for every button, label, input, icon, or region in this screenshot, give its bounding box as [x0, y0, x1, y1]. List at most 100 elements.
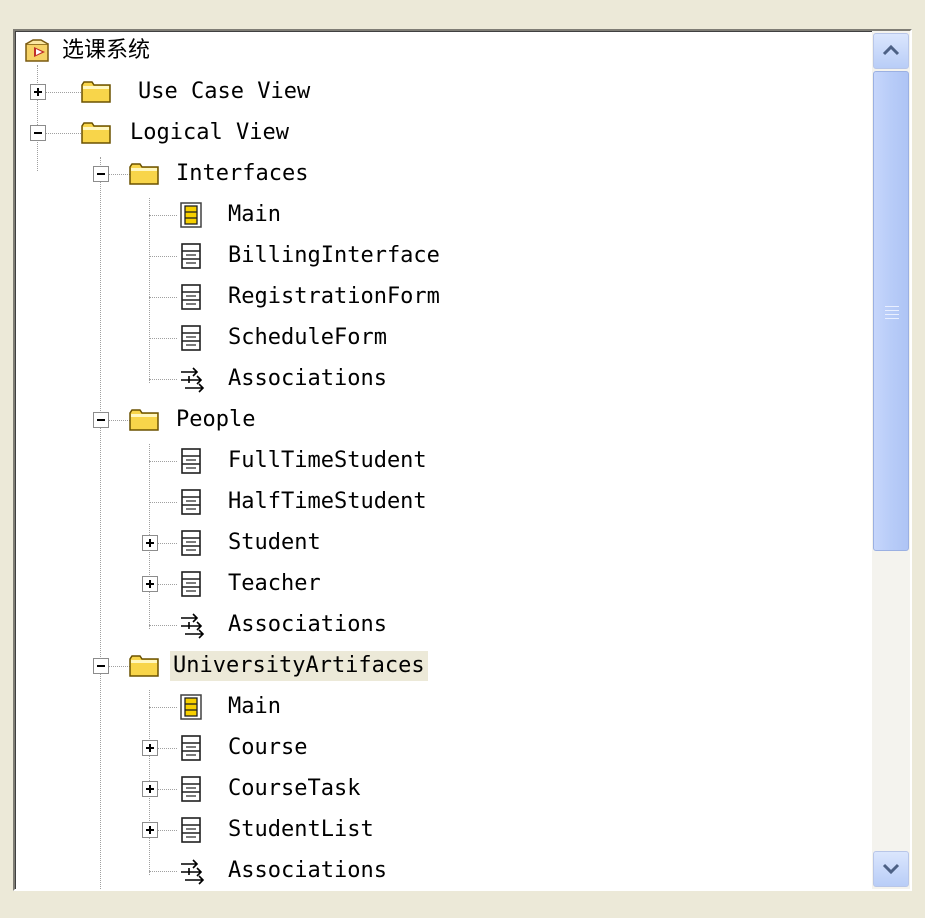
tree-item-label: Main	[228, 694, 281, 719]
associations-icon	[181, 613, 205, 639]
tree-item-student[interactable]: Student	[175, 523, 495, 563]
associations-icon	[181, 859, 205, 885]
tree-item-registrationform[interactable]: RegistrationForm	[175, 277, 495, 317]
tree-guide-line	[149, 198, 150, 383]
tree-item-label: Associations	[228, 858, 387, 883]
collapse-button[interactable]	[93, 166, 109, 182]
tree-item-label: Use Case View	[138, 79, 311, 104]
vertical-scrollbar[interactable]	[872, 31, 910, 889]
tree-item-main-diagram[interactable]: Main	[175, 195, 495, 235]
grip-icon	[885, 318, 899, 319]
grip-icon	[885, 310, 899, 311]
tree-guide-line	[149, 461, 177, 462]
tree-item-coursetask[interactable]: CourseTask	[175, 769, 495, 809]
expand-button[interactable]	[142, 740, 158, 756]
tree-guide-line	[149, 871, 177, 872]
class-icon	[181, 817, 201, 843]
expand-button[interactable]	[30, 84, 46, 100]
tree-item-label: Teacher	[228, 571, 321, 596]
class-diagram-icon	[180, 202, 202, 228]
tree-guide-line	[157, 748, 177, 749]
tree-item-label: BillingInterface	[228, 243, 440, 268]
grip-icon	[885, 306, 899, 307]
tree-item-teacher[interactable]: Teacher	[175, 564, 495, 604]
folder-icon	[129, 409, 159, 431]
tree-guide-line	[100, 157, 101, 889]
tree-guide-line	[149, 625, 177, 626]
class-icon	[181, 776, 201, 802]
class-icon	[181, 571, 201, 597]
folder-icon	[81, 122, 111, 144]
tree-item-label: HalfTimeStudent	[228, 489, 427, 514]
expand-button[interactable]	[142, 535, 158, 551]
tree-item-label: RegistrationForm	[228, 284, 440, 309]
chevron-up-icon	[882, 44, 900, 56]
associations-icon	[181, 367, 205, 393]
tree-item-label: Associations	[228, 366, 387, 391]
collapse-button[interactable]	[93, 658, 109, 674]
tree-guide-line	[157, 789, 177, 790]
class-icon	[181, 530, 201, 556]
class-icon	[181, 284, 201, 310]
class-icon	[181, 448, 201, 474]
tree-guide-line	[157, 830, 177, 831]
tree-item-label: Interfaces	[176, 161, 309, 186]
tree-item-people[interactable]: People	[123, 400, 423, 440]
tree-guide-line	[149, 379, 177, 380]
tree-item-logical-view[interactable]: Logical View	[75, 113, 375, 153]
tree-item-label: Main	[228, 202, 281, 227]
tree-item-associations[interactable]: Associations	[175, 605, 495, 645]
folder-icon	[129, 655, 159, 677]
tree-guide-line	[157, 584, 177, 585]
tree-item-label: People	[176, 407, 256, 432]
tree-item-universityartifaces[interactable]: UniversityArtifaces	[123, 646, 483, 686]
tree-item-use-case-view[interactable]: Use Case View	[75, 72, 375, 112]
tree-item-course[interactable]: Course	[175, 728, 495, 768]
tree-guide-line	[37, 65, 38, 171]
tree-item-label: 选课系统	[62, 38, 151, 63]
grip-icon	[885, 314, 899, 315]
tree-guide-line	[149, 215, 177, 216]
tree-item-label: StudentList	[228, 817, 374, 842]
expand-button[interactable]	[142, 822, 158, 838]
tree-guide-line	[149, 256, 177, 257]
chevron-down-icon	[882, 863, 900, 875]
tree-item-label: Student	[228, 530, 321, 555]
tree-item-label: UniversityArtifaces	[170, 651, 428, 681]
tree-item-scheduleform[interactable]: ScheduleForm	[175, 318, 495, 358]
tree-item-fulltimestudent[interactable]: FullTimeStudent	[175, 441, 495, 481]
tree-item-associations[interactable]: Associations	[175, 851, 495, 889]
tree-item-associations[interactable]: Associations	[175, 359, 495, 399]
tree-guide-line	[149, 297, 177, 298]
tree-guide-line	[157, 543, 177, 544]
scroll-down-button[interactable]	[873, 851, 909, 887]
tree-guide-line	[149, 707, 177, 708]
class-icon	[181, 735, 201, 761]
scroll-up-button[interactable]	[873, 33, 909, 69]
collapse-button[interactable]	[30, 125, 46, 141]
folder-icon	[129, 163, 159, 185]
folder-icon	[81, 81, 111, 103]
class-icon	[181, 243, 201, 269]
tree-item-main-diagram[interactable]: Main	[175, 687, 495, 727]
tree-item-interfaces[interactable]: Interfaces	[123, 154, 423, 194]
expand-button[interactable]	[142, 576, 158, 592]
collapse-button[interactable]	[93, 412, 109, 428]
tree-item-root[interactable]: 选课系统	[15, 31, 855, 71]
scrollbar-thumb[interactable]	[873, 71, 909, 551]
model-icon	[25, 39, 49, 62]
tree-guide-line	[149, 338, 177, 339]
tree-item-halftimestudent[interactable]: HalfTimeStudent	[175, 482, 495, 522]
class-diagram-icon	[180, 694, 202, 720]
expand-button[interactable]	[142, 781, 158, 797]
browser-tree-panel: 选课系统 Use Case View Logical View Interfac…	[13, 29, 912, 891]
class-icon	[181, 325, 201, 351]
tree-item-label: Associations	[228, 612, 387, 637]
tree-item-billinginterface[interactable]: BillingInterface	[175, 236, 495, 276]
tree-item-studentlist[interactable]: StudentList	[175, 810, 495, 850]
tree-guide-line	[149, 502, 177, 503]
tree-item-label: Course	[228, 735, 308, 760]
tree-item-label: Logical View	[130, 120, 289, 145]
class-icon	[181, 489, 201, 515]
tree-item-label: CourseTask	[228, 776, 361, 801]
